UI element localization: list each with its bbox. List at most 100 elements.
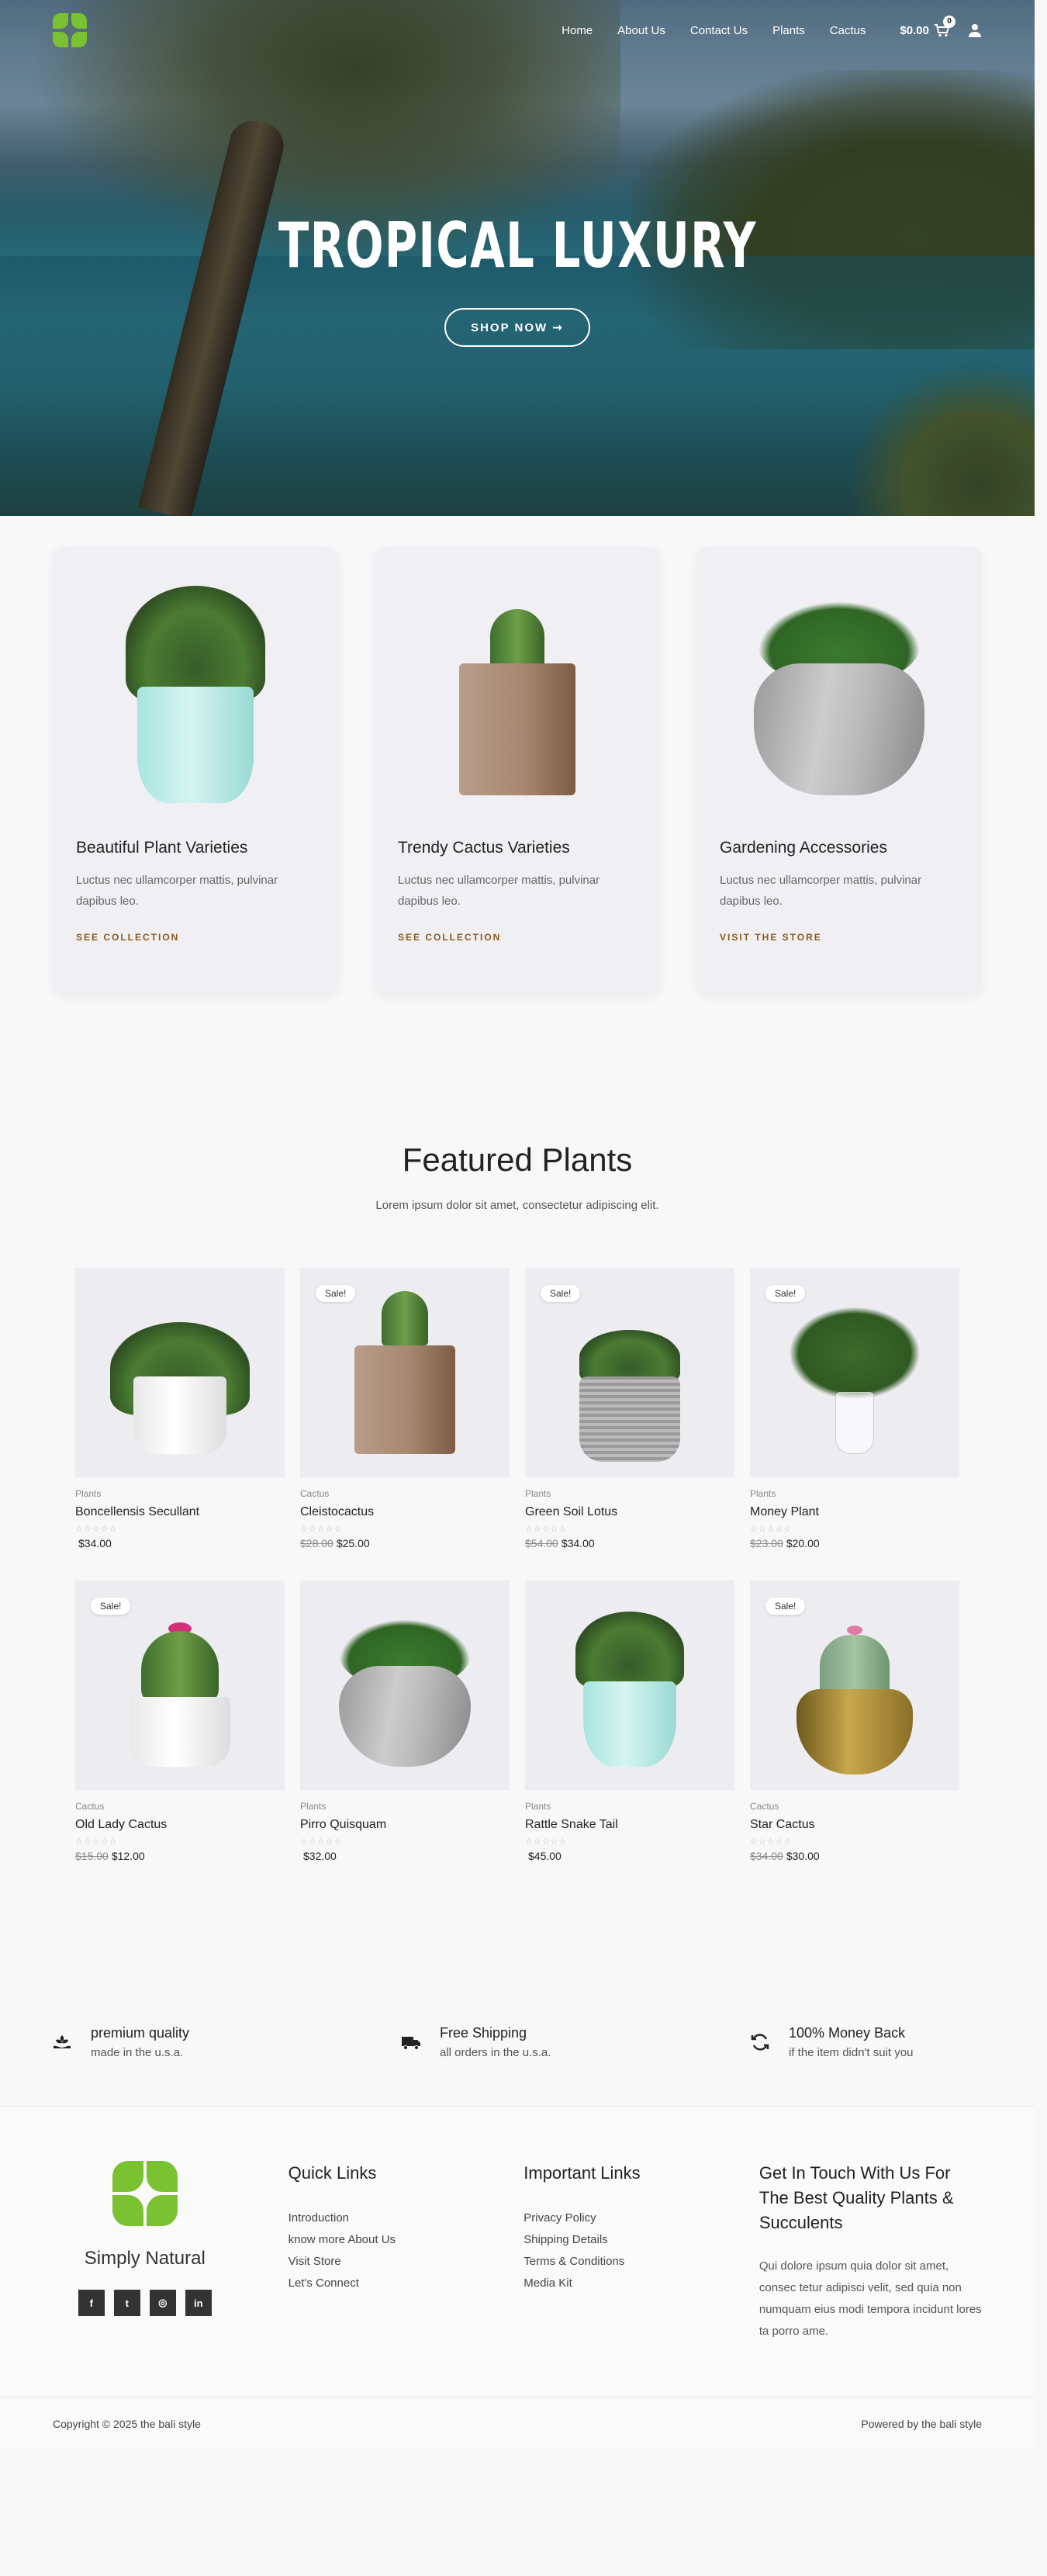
nav-link-plants[interactable]: Plants bbox=[772, 24, 805, 37]
footer-link[interactable]: Shipping Details bbox=[524, 2229, 708, 2251]
product-price: $34.00 bbox=[75, 1537, 285, 1549]
product-card[interactable]: Plants Pirro Quisquam ☆☆☆☆☆ $32.00 bbox=[300, 1581, 510, 1862]
nav-links: Home About Us Contact Us Plants Cactus bbox=[562, 24, 866, 37]
product-category[interactable]: Cactus bbox=[750, 1801, 959, 1812]
featured-plants-section: Featured Plants Lorem ipsum dolor sit am… bbox=[0, 1048, 1035, 1909]
collection-title: Gardening Accessories bbox=[720, 839, 887, 857]
collection-card-accessories[interactable]: Gardening Accessories Luctus nec ullamco… bbox=[696, 547, 982, 994]
feature-subtitle: if the item didn't suit you bbox=[789, 2046, 914, 2059]
sale-badge: Sale! bbox=[91, 1598, 131, 1615]
product-card[interactable]: Sale! Plants Green Soil Lotus ☆☆☆☆☆ $54.… bbox=[525, 1268, 734, 1549]
product-image[interactable] bbox=[525, 1581, 734, 1790]
product-category[interactable]: Cactus bbox=[300, 1488, 510, 1499]
product-name[interactable]: Cleistocactus bbox=[300, 1505, 510, 1519]
footer-link[interactable]: Visit Store bbox=[289, 2251, 473, 2273]
cart-button[interactable]: $0.00 0 bbox=[900, 16, 955, 37]
current-price: $20.00 bbox=[786, 1537, 820, 1549]
product-image[interactable]: Sale! bbox=[300, 1268, 510, 1477]
footer-link[interactable]: Introduction bbox=[289, 2207, 473, 2229]
collection-card-cactus[interactable]: Trendy Cactus Varieties Luctus nec ullam… bbox=[375, 547, 660, 994]
twitter-icon[interactable]: t bbox=[113, 2290, 140, 2316]
user-account-icon[interactable] bbox=[968, 23, 982, 37]
product-name[interactable]: Star Cactus bbox=[750, 1818, 959, 1832]
collection-desc: Luctus nec ullamcorper mattis, pulvinar … bbox=[398, 874, 600, 908]
quick-links-column: Quick Links Introduction know more About… bbox=[289, 2161, 473, 2342]
shop-now-button[interactable]: SHOP NOW ➞ bbox=[444, 308, 590, 347]
product-name[interactable]: Boncellensis Secullant bbox=[75, 1505, 285, 1519]
product-price: $15.00 $12.00 bbox=[75, 1850, 285, 1862]
product-card[interactable]: Sale! Cactus Cleistocactus ☆☆☆☆☆ $28.00 $… bbox=[300, 1268, 510, 1549]
product-price: $34.00 $30.00 bbox=[750, 1850, 959, 1862]
nav-link-home[interactable]: Home bbox=[562, 24, 593, 37]
footer-brand: Simply Natural f t ◎ in bbox=[53, 2161, 237, 2342]
product-price: $23.00 $20.00 bbox=[750, 1537, 959, 1549]
product-image[interactable]: Sale! bbox=[750, 1268, 959, 1477]
rating-stars: ☆☆☆☆☆ bbox=[300, 1524, 343, 1534]
nav-link-about[interactable]: About Us bbox=[617, 24, 665, 37]
product-name[interactable]: Money Plant bbox=[750, 1505, 959, 1519]
product-name[interactable]: Rattle Snake Tail bbox=[525, 1818, 734, 1832]
collection-image-plants bbox=[53, 547, 338, 826]
collection-card-plants[interactable]: Beautiful Plant Varieties Luctus nec ull… bbox=[53, 547, 338, 994]
sale-badge: Sale! bbox=[765, 1598, 806, 1615]
contact-text: Qui dolore ipsum quia dolor sit amet, co… bbox=[758, 2259, 982, 2338]
facebook-icon[interactable]: f bbox=[78, 2290, 105, 2316]
rating-stars: ☆☆☆☆☆ bbox=[75, 1837, 118, 1847]
see-collection-link[interactable]: SEE COLLECTION bbox=[398, 932, 637, 943]
sale-badge: Sale! bbox=[541, 1285, 581, 1302]
product-card[interactable]: Sale! Cactus Old Lady Cactus ☆☆☆☆☆ $15.0… bbox=[75, 1581, 285, 1862]
product-category[interactable]: Plants bbox=[525, 1488, 734, 1499]
product-category[interactable]: Cactus bbox=[75, 1801, 285, 1812]
footer-link[interactable]: Privacy Policy bbox=[524, 2207, 708, 2229]
product-card[interactable]: Sale! Cactus Star Cactus ☆☆☆☆☆ $34.00 $30… bbox=[750, 1581, 959, 1862]
product-category[interactable]: Plants bbox=[300, 1801, 510, 1812]
product-card[interactable]: Sale! Plants Money Plant ☆☆☆☆☆ $23.00 $20… bbox=[750, 1268, 959, 1549]
brand-name: Simply Natural bbox=[84, 2248, 206, 2269]
product-image[interactable]: Sale! bbox=[750, 1581, 959, 1790]
current-price: $30.00 bbox=[786, 1850, 820, 1862]
footer-link[interactable]: Let's Connect bbox=[289, 2273, 473, 2294]
instagram-icon[interactable]: ◎ bbox=[149, 2290, 176, 2316]
product-image[interactable] bbox=[75, 1268, 285, 1477]
important-links-column: Important Links Privacy Policy Shipping … bbox=[524, 2161, 708, 2342]
product-card[interactable]: Plants Rattle Snake Tail ☆☆☆☆☆ $45.00 bbox=[525, 1581, 734, 1862]
product-name[interactable]: Green Soil Lotus bbox=[525, 1505, 734, 1519]
contact-column: Get In Touch With Us For The Best Qualit… bbox=[759, 2161, 982, 2342]
product-image[interactable] bbox=[300, 1581, 510, 1790]
contact-heading: Get In Touch With Us For The Best Qualit… bbox=[758, 2163, 954, 2232]
site-footer: Simply Natural f t ◎ in Quick Links Intr… bbox=[0, 2106, 1035, 2397]
product-image[interactable]: Sale! bbox=[525, 1268, 734, 1477]
main-navbar: Home About Us Contact Us Plants Cactus $… bbox=[0, 0, 1035, 61]
current-price: $45.00 bbox=[528, 1850, 562, 1862]
quick-links-heading: Quick Links bbox=[288, 2163, 377, 2183]
product-card[interactable]: Plants Boncellensis Secullant ☆☆☆☆☆ $34.… bbox=[75, 1268, 285, 1549]
feature-shipping: Free Shipping all orders in the u.s.a. bbox=[401, 2025, 634, 2059]
refresh-icon bbox=[751, 2034, 769, 2051]
footer-link[interactable]: know more About Us bbox=[289, 2229, 473, 2251]
site-logo[interactable] bbox=[53, 13, 87, 47]
product-price: $32.00 bbox=[300, 1850, 510, 1862]
rating-stars: ☆☆☆☆☆ bbox=[300, 1837, 343, 1847]
nav-link-contact[interactable]: Contact Us bbox=[690, 24, 748, 37]
product-category[interactable]: Plants bbox=[75, 1488, 285, 1499]
collection-desc: Luctus nec ullamcorper mattis, pulvinar … bbox=[720, 874, 922, 908]
visit-store-link[interactable]: VISIT THE STORE bbox=[720, 932, 959, 943]
product-category[interactable]: Plants bbox=[750, 1488, 959, 1499]
product-name[interactable]: Old Lady Cactus bbox=[75, 1818, 285, 1832]
product-price: $45.00 bbox=[525, 1850, 734, 1862]
rating-stars: ☆☆☆☆☆ bbox=[750, 1524, 793, 1534]
old-price: $34.00 bbox=[750, 1850, 783, 1862]
footer-link[interactable]: Media Kit bbox=[524, 2273, 708, 2294]
see-collection-link[interactable]: SEE COLLECTION bbox=[76, 932, 315, 943]
product-name[interactable]: Pirro Quisquam bbox=[300, 1818, 510, 1832]
current-price: $34.00 bbox=[561, 1537, 595, 1549]
nav-link-cactus[interactable]: Cactus bbox=[830, 24, 866, 37]
linkedin-icon[interactable]: in bbox=[185, 2290, 212, 2316]
footer-logo[interactable] bbox=[112, 2161, 178, 2226]
current-price: $32.00 bbox=[303, 1850, 337, 1862]
footer-link[interactable]: Terms & Conditions bbox=[524, 2251, 708, 2273]
hero-title: TROPICAL LUXURY bbox=[278, 209, 757, 282]
product-image[interactable]: Sale! bbox=[75, 1581, 285, 1790]
product-category[interactable]: Plants bbox=[525, 1801, 734, 1812]
old-price: $28.00 bbox=[300, 1537, 333, 1549]
